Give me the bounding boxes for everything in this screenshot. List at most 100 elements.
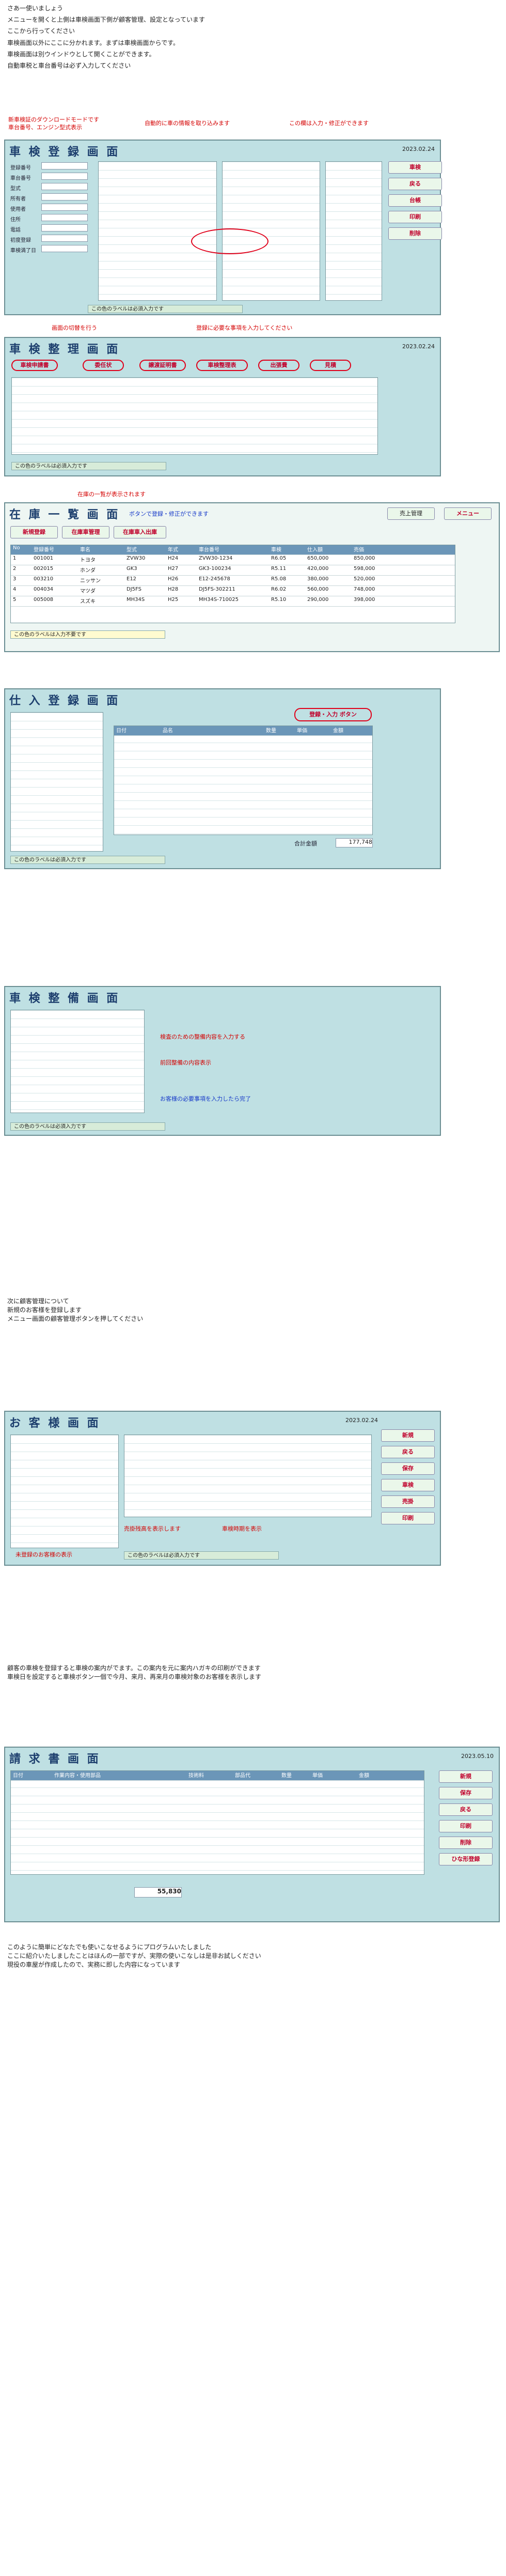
callout: 車台番号、エンジン型式表示 [8, 124, 82, 131]
print-button[interactable]: 印刷 [439, 1820, 493, 1832]
callout: 在庫の一覧が表示されます [77, 491, 146, 498]
vehicle-inspection-window: 車 検 登 録 画 面 2023.02.24 登録番号 車台番号 型式 所有者 … [4, 140, 442, 315]
register-input-button[interactable]: 登録・入力 ボタン [294, 708, 372, 721]
input-field[interactable] [41, 204, 88, 211]
callout: 画面の切替を行う [52, 325, 97, 331]
input-field[interactable] [41, 235, 88, 242]
col-header: 登録番号 [34, 547, 54, 553]
new-register-button[interactable]: 新規登録 [10, 526, 58, 538]
template-register-button[interactable]: ひな形登録 [439, 1853, 493, 1865]
save-button[interactable]: 保存 [439, 1787, 493, 1799]
save-button[interactable]: 保存 [381, 1462, 435, 1475]
inspection-button[interactable]: 車検 [381, 1479, 435, 1491]
intro-line: 自動車税と車台番号は必ず入力してください [7, 61, 131, 69]
col-header: 数量 [281, 1773, 292, 1779]
print-button[interactable]: 印刷 [381, 1512, 435, 1524]
field-label: 車台番号 [10, 176, 31, 181]
callout: 登録に必要な事項を入力してください [196, 325, 293, 331]
side-menu: 新規 戻る 保存 車検 売掛 印刷 [381, 1429, 435, 1524]
input-field[interactable] [41, 224, 88, 232]
cell: R6.05 [271, 556, 287, 561]
table-row[interactable]: 2 002015 ホンダ GK3 H27 GK3-100234 R5.11 42… [11, 566, 455, 576]
tab-transfer[interactable]: 譲渡証明書 [139, 360, 186, 371]
input-field[interactable] [41, 162, 88, 169]
inventory-io-button[interactable]: 在庫車入出庫 [114, 526, 166, 538]
cell: 650,000 [307, 556, 329, 561]
vehicle-info-grid [10, 712, 103, 852]
sales-button[interactable]: 売上管理 [387, 507, 435, 520]
tab-proxy[interactable]: 委任状 [83, 360, 124, 371]
inspection-button[interactable]: 車検 [388, 161, 442, 174]
input-field[interactable] [41, 214, 88, 221]
table-header: No 登録番号 車名 型式 年式 車台番号 車検 仕入額 売価 [11, 545, 455, 555]
col-header: 数量 [266, 728, 276, 734]
purchase-table: 日付 品名 数量 単価 金額 [114, 726, 373, 835]
back-button[interactable]: 戻る [439, 1803, 493, 1816]
table-row[interactable]: 4 004034 マツダ DJ5FS H28 DJ5FS-302211 R6.0… [11, 587, 455, 596]
col-header: 金額 [333, 728, 343, 734]
cell: 560,000 [307, 587, 329, 592]
cell: 598,000 [354, 566, 375, 572]
outro-line: ここに紹介いたしましたことはほんの一部ですが、実際の使いこなしは是非お試しくださ… [7, 1952, 261, 1960]
table-row[interactable]: 1 001001 トヨタ ZVW30 H24 ZVW30-1234 R6.05 … [11, 556, 455, 565]
note-legend: この色のラベルは入力不要です [10, 630, 165, 639]
back-button[interactable]: 戻る [381, 1446, 435, 1458]
delete-button[interactable]: 削除 [439, 1837, 493, 1849]
invoice-table: 日付 作業内容・使用部品 技術料 部品代 数量 単価 金額 [10, 1770, 424, 1875]
intro-line: 車検日を設定すると車検ボタン一個で今月、来月、再来月の車検対象のお客様を表示しま… [7, 1673, 262, 1680]
page-title: 請 求 書 画 面 [9, 1752, 101, 1766]
cell: 420,000 [307, 566, 329, 572]
input-field[interactable] [41, 193, 88, 200]
field-label: 電話 [10, 227, 21, 233]
page-title: 車 検 登 録 画 面 [9, 145, 120, 159]
col-header: 車名 [80, 547, 90, 553]
cell: マツダ [80, 589, 96, 594]
table-header: 日付 作業内容・使用部品 技術料 部品代 数量 単価 金額 [11, 1771, 424, 1781]
back-button[interactable]: 戻る [388, 178, 442, 190]
print-button[interactable]: 印刷 [388, 211, 442, 223]
col-header: 単価 [312, 1773, 323, 1779]
table-row[interactable]: 3 003210 ニッサン E12 H26 E12-245678 R5.08 3… [11, 576, 455, 586]
intro-line: 車検画面以外にここに分かれます。まずは車検画面からです。 [7, 39, 180, 47]
date-display: 2023.02.24 [402, 146, 435, 152]
inventory-manage-button[interactable]: 在庫車管理 [62, 526, 109, 538]
intro-text: さあ一使いましょう メニューを開くと上側は車検画面下側が顧客管理、設定となってい… [7, 4, 493, 73]
new-button[interactable]: 新規 [439, 1770, 493, 1783]
invoice-total: 55,830 [134, 1887, 182, 1898]
field-label: 使用者 [10, 207, 26, 212]
cell: 002015 [34, 566, 54, 572]
cell: ホンダ [80, 568, 96, 574]
cell: R5.10 [271, 597, 287, 603]
tab-trip-fee[interactable]: 出張費 [258, 360, 299, 371]
col-header: 金額 [359, 1773, 369, 1779]
cell: DJ5FS [126, 587, 141, 592]
intro-line: ここから行ってください [7, 27, 75, 35]
outro-line: このように簡単にどなたでも使いこなせるようにプログラムいたしました [7, 1943, 212, 1951]
outro-line: 現役の車屋が作成したので、実務に即した内容になっています [7, 1961, 180, 1968]
new-button[interactable]: 新規 [381, 1429, 435, 1442]
invoice-intro: 顧客の車検を登録すると車検の案内がでます。この案内を元に案内ハガキの印刷ができま… [7, 1664, 493, 1682]
cell: H27 [168, 566, 179, 572]
col-header: 技術料 [188, 1773, 204, 1779]
date-display: 2023.05.10 [461, 1753, 494, 1760]
col-header: 車台番号 [199, 547, 219, 553]
ledger-button[interactable]: 台帳 [388, 194, 442, 207]
receivable-button[interactable]: 売掛 [381, 1495, 435, 1508]
col-header: 品名 [163, 728, 173, 734]
delete-button[interactable]: 削除 [388, 227, 442, 240]
cell: MH34S-710025 [199, 597, 239, 603]
tab-organize[interactable]: 車検整理表 [196, 360, 248, 371]
table-row[interactable]: 5 005008 スズキ MH34S H25 MH34S-710025 R5.1… [11, 597, 455, 607]
tab-application[interactable]: 車検申請書 [11, 360, 58, 371]
inventory-list-window: 在 庫 一 覧 画 面 ボタンで登録・修正ができます 新規登録 在庫車管理 在庫… [4, 502, 500, 652]
col-header: No [13, 545, 20, 551]
date-display: 2023.02.24 [345, 1417, 378, 1424]
cell: 4 [13, 587, 17, 592]
tab-estimate[interactable]: 見積 [310, 360, 351, 371]
organize-grid [11, 377, 378, 455]
input-field[interactable] [41, 173, 88, 180]
input-field[interactable] [41, 183, 88, 190]
menu-button[interactable]: メニュー [444, 507, 492, 520]
cell: ZVW30 [126, 556, 146, 561]
input-field[interactable] [41, 245, 88, 252]
